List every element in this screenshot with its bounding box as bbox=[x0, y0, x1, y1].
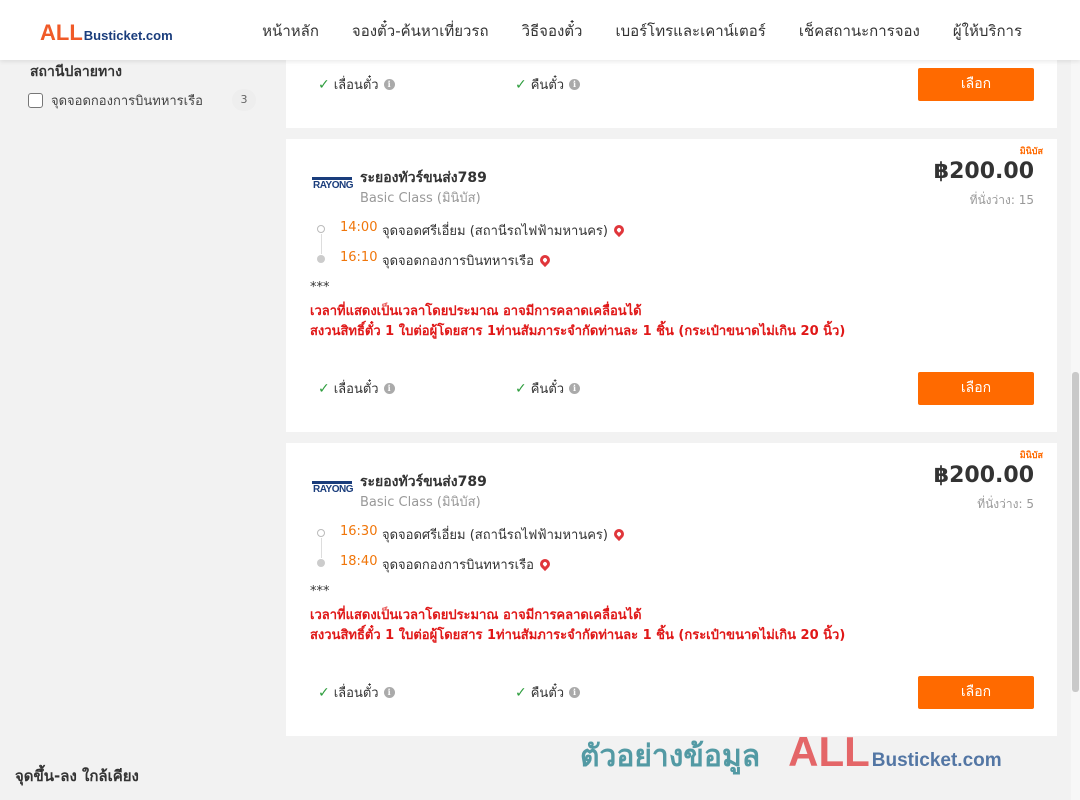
operator-logo: RAYONG bbox=[312, 481, 353, 497]
nav-operators[interactable]: ผู้ให้บริการ bbox=[953, 19, 1022, 43]
filter-count-badge: 3 bbox=[232, 89, 256, 111]
map-pin-icon[interactable] bbox=[611, 222, 627, 237]
arrival-stop-name: จุดจอดกองการบินทหารเรือ bbox=[382, 558, 534, 573]
departure-time: 16:30 bbox=[340, 524, 378, 539]
check-icon: ✓ bbox=[318, 380, 330, 397]
map-pin-icon[interactable] bbox=[537, 252, 552, 267]
top-navbar: ALL Busticket.com หน้าหลัก จองตั๋ว-ค้นหา… bbox=[0, 0, 1080, 60]
luggage-policy: สงวนสิทธิ์ตั๋ว 1 ใบต่อผู้โดยสาร 1ท่านสัม… bbox=[310, 628, 846, 643]
vehicle-type-tag: มินิบัส bbox=[1019, 147, 1043, 157]
map-pin-icon[interactable] bbox=[611, 526, 627, 541]
departure-stop-name: จุดจอดศรีเอี่ยม (สถานีรถไฟฟ้ามหานคร) bbox=[382, 528, 608, 543]
departure-dot-icon bbox=[317, 529, 325, 537]
arrival-time: 16:10 bbox=[340, 250, 378, 265]
luggage-policy: สงวนสิทธิ์ตั๋ว 1 ใบต่อผู้โดยสาร 1ท่านสัม… bbox=[310, 324, 846, 339]
nav-check-booking[interactable]: เช็คสถานะการจอง bbox=[799, 19, 920, 43]
arrival-dot-icon bbox=[317, 255, 325, 263]
operator-logo: RAYONG bbox=[312, 177, 353, 193]
reschedule-label: เลื่อนตั๋ว bbox=[333, 686, 379, 701]
watermark-logo-site: Busticket.com bbox=[871, 750, 1002, 771]
info-icon[interactable]: i bbox=[383, 383, 395, 394]
arrival-stop-name: จุดจอดกองการบินทหารเรือ bbox=[382, 254, 534, 269]
operator-logo-text: RAYONG bbox=[313, 180, 353, 191]
arrival-stop: จุดจอดกองการบินทหารเรือ bbox=[382, 554, 552, 575]
note-marker: *** bbox=[310, 584, 330, 599]
arrival-time: 18:40 bbox=[340, 554, 378, 569]
note-marker: *** bbox=[310, 280, 330, 295]
logo-all-text: ALL bbox=[40, 20, 83, 45]
service-class: Basic Class (มินิบัส) bbox=[360, 495, 481, 510]
ticket-price: ฿200.00 bbox=[933, 463, 1034, 488]
nav-home[interactable]: หน้าหลัก bbox=[262, 19, 319, 43]
service-class: Basic Class (มินิบัส) bbox=[360, 191, 481, 206]
filter-checkbox[interactable] bbox=[28, 92, 43, 108]
map-pin-icon[interactable] bbox=[537, 556, 552, 571]
refund-label: คืนตั๋ว bbox=[530, 78, 565, 93]
arrival-stop: จุดจอดกองการบินทหารเรือ bbox=[382, 250, 552, 271]
watermark-logo-all: ALL bbox=[788, 728, 870, 775]
departure-stop: จุดจอดศรีเอี่ยม (สถานีรถไฟฟ้ามหานคร) bbox=[382, 220, 627, 241]
departure-time: 14:00 bbox=[340, 220, 378, 235]
seats-available: ที่นั่งว่าง: 15 bbox=[969, 193, 1034, 207]
check-icon: ✓ bbox=[515, 380, 527, 397]
watermark-text: ตัวอย่างข้อมูล bbox=[580, 739, 761, 774]
info-icon[interactable]: i bbox=[569, 79, 581, 90]
refund-option: ✓ คืนตั๋ว i bbox=[515, 682, 581, 703]
site-logo[interactable]: ALL Busticket.com bbox=[40, 20, 173, 46]
reschedule-option: ✓ เลื่อนตั๋ว i bbox=[318, 378, 395, 399]
ticket-price: ฿200.00 bbox=[933, 159, 1034, 184]
check-icon: ✓ bbox=[515, 684, 527, 701]
main-nav: หน้าหลัก จองตั๋ว-ค้นหาเที่ยวรถ วิธีจองตั… bbox=[229, 19, 1022, 43]
operator-name: ระยองทัวร์ขนส่ง789 bbox=[360, 474, 487, 490]
operator-logo-text: RAYONG bbox=[313, 484, 353, 495]
seats-available: ที่นั่งว่าง: 5 bbox=[977, 497, 1034, 511]
info-icon[interactable]: i bbox=[569, 383, 581, 394]
reschedule-option: ✓ เลื่อนตั๋ว i bbox=[318, 682, 395, 703]
reschedule-label: เลื่อนตั๋ว bbox=[333, 382, 379, 397]
trip-card: มินิบัส RAYONG ระยองทัวร์ขนส่ง789 Basic … bbox=[286, 443, 1057, 736]
select-trip-button[interactable]: เลือก bbox=[918, 68, 1034, 101]
refund-option: ✓ คืนตั๋ว i bbox=[515, 74, 581, 95]
check-icon: ✓ bbox=[318, 684, 330, 701]
refund-option: ✓ คืนตั๋ว i bbox=[515, 378, 581, 399]
watermark: ตัวอย่างข้อมูล ALL Busticket.com bbox=[580, 728, 1002, 780]
logo-site-text: Busticket.com bbox=[83, 28, 173, 43]
nav-phone-counter[interactable]: เบอร์โทรและเคาน์เตอร์ bbox=[615, 19, 765, 43]
time-disclaimer: เวลาที่แสดงเป็นเวลาโดยประมาณ อาจมีการคลา… bbox=[310, 304, 642, 319]
nav-how-to-book[interactable]: วิธีจองตั๋ว bbox=[522, 19, 583, 43]
scrollbar-thumb[interactable] bbox=[1072, 372, 1079, 692]
operator-name: ระยองทัวร์ขนส่ง789 bbox=[360, 170, 487, 186]
trip-card-partial: ✓ เลื่อนตั๋ว i ✓ คืนตั๋ว i เลือก bbox=[286, 60, 1057, 128]
arrival-dot-icon bbox=[317, 559, 325, 567]
info-icon[interactable]: i bbox=[383, 79, 395, 90]
filter-label: จุดจอดกองการบินทหารเรือ bbox=[51, 93, 203, 109]
time-disclaimer: เวลาที่แสดงเป็นเวลาโดยประมาณ อาจมีการคลา… bbox=[310, 608, 642, 623]
departure-stop: จุดจอดศรีเอี่ยม (สถานีรถไฟฟ้ามหานคร) bbox=[382, 524, 627, 545]
check-icon: ✓ bbox=[515, 76, 527, 93]
refund-label: คืนตั๋ว bbox=[530, 686, 565, 701]
page-scrollbar[interactable] bbox=[1071, 60, 1080, 800]
departure-stop-name: จุดจอดศรีเอี่ยม (สถานีรถไฟฟ้ามหานคร) bbox=[382, 224, 608, 239]
info-icon[interactable]: i bbox=[569, 687, 581, 698]
check-icon: ✓ bbox=[318, 76, 330, 93]
nav-book-search[interactable]: จองตั๋ว-ค้นหาเที่ยวรถ bbox=[352, 19, 489, 43]
destination-filter-title: สถานีปลายทาง bbox=[30, 64, 122, 80]
nearby-stops-title: จุดขึ้น-ลง ใกล้เคียง bbox=[15, 767, 139, 785]
timeline-line bbox=[321, 234, 322, 254]
select-trip-button[interactable]: เลือก bbox=[918, 372, 1034, 405]
info-icon[interactable]: i bbox=[383, 687, 395, 698]
timeline-line bbox=[321, 538, 322, 558]
departure-dot-icon bbox=[317, 225, 325, 233]
reschedule-option: ✓ เลื่อนตั๋ว i bbox=[318, 74, 395, 95]
destination-filter-option[interactable]: จุดจอดกองการบินทหารเรือ 3 bbox=[28, 89, 256, 111]
reschedule-label: เลื่อนตั๋ว bbox=[333, 78, 379, 93]
select-trip-button[interactable]: เลือก bbox=[918, 676, 1034, 709]
trip-card: มินิบัส RAYONG ระยองทัวร์ขนส่ง789 Basic … bbox=[286, 139, 1057, 432]
vehicle-type-tag: มินิบัส bbox=[1019, 451, 1043, 461]
refund-label: คืนตั๋ว bbox=[530, 382, 565, 397]
